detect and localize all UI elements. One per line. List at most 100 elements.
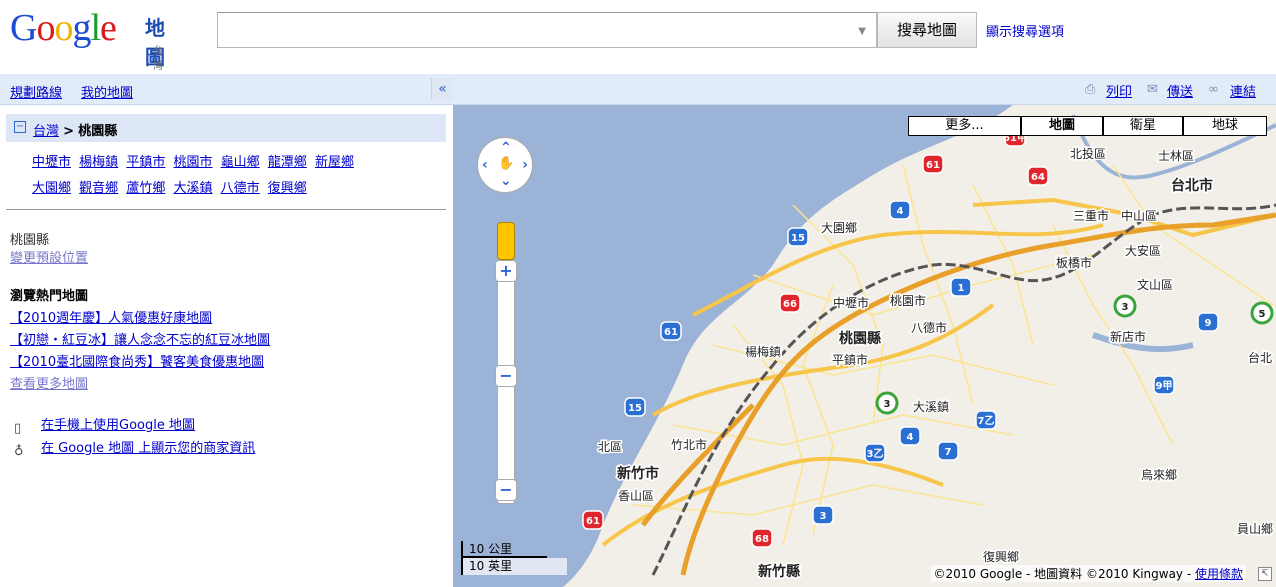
svg-text:3乙: 3乙 bbox=[867, 448, 884, 460]
place-link[interactable]: 中壢市 bbox=[32, 155, 71, 170]
tab-directions[interactable]: 規劃路線 bbox=[10, 82, 62, 101]
svg-text:7乙: 7乙 bbox=[978, 415, 995, 427]
link-icon[interactable]: ∞ bbox=[1208, 82, 1219, 97]
show-search-options-link[interactable]: 顯示搜尋選項 bbox=[986, 21, 1064, 40]
map-toolbar: ⎙ 列印 ✉ 傳送 ∞ 連結 bbox=[453, 74, 1276, 105]
place-link[interactable]: 復興鄉 bbox=[268, 181, 307, 196]
route-shield: 9甲 bbox=[1153, 375, 1175, 395]
more-maps-link[interactable]: 查看更多地圖 bbox=[10, 377, 88, 392]
tab-my-maps[interactable]: 我的地圖 bbox=[81, 82, 133, 101]
left-panel: 規劃路線 我的地圖 « − 台灣 > 桃園縣 中壢市 楊梅鎮 平鎮市 桃園市 龜… bbox=[0, 74, 453, 587]
scale-mile: 10 英里 bbox=[461, 558, 567, 575]
route-shield: 4 bbox=[899, 426, 921, 446]
svg-text:1: 1 bbox=[958, 283, 965, 294]
search-map-button[interactable]: 搜尋地圖 bbox=[877, 12, 977, 48]
svg-text:4: 4 bbox=[897, 206, 904, 217]
pegman-icon[interactable] bbox=[497, 222, 515, 260]
map-panel: ⎙ 列印 ✉ 傳送 ∞ 連結 北投區 士林區 台北市 三重市 中山區 大園鄉 大… bbox=[453, 74, 1276, 587]
map-label: 員山鄉 bbox=[1237, 522, 1273, 536]
copyright: ©2010 Google - 地圖資料 ©2010 Kingway - 使用條款 bbox=[930, 565, 1246, 582]
svg-text:9甲: 9甲 bbox=[1156, 380, 1173, 392]
route-shield: 1 bbox=[950, 277, 972, 297]
collapse-icon[interactable]: − bbox=[14, 121, 26, 133]
map-label: 文山區 bbox=[1137, 277, 1173, 292]
logo-region-label: 台灣 bbox=[153, 46, 163, 72]
route-shield: 7乙 bbox=[975, 410, 997, 430]
route-shield: 68 bbox=[751, 528, 773, 548]
map-label: 大安區 bbox=[1125, 243, 1161, 258]
map-type-map[interactable]: 地圖 bbox=[1021, 116, 1103, 136]
place-link[interactable]: 平鎮市 bbox=[126, 155, 165, 170]
svg-text:66: 66 bbox=[783, 299, 797, 310]
svg-text:3: 3 bbox=[884, 399, 891, 410]
terms-link[interactable]: 使用條款 bbox=[1195, 567, 1243, 581]
map-type-satellite[interactable]: 衛星 bbox=[1103, 116, 1183, 136]
popular-map-link[interactable]: 【2010週年慶】人氣優惠好康地圖 bbox=[10, 311, 212, 326]
map-label: 三重市 bbox=[1073, 208, 1109, 223]
hand-icon[interactable]: ✋ bbox=[498, 156, 514, 171]
business-listing-link[interactable]: 在 Google 地圖 上顯示您的商家資訊 bbox=[41, 441, 255, 456]
place-link[interactable]: 蘆竹鄉 bbox=[126, 181, 165, 196]
map-label: 士林區 bbox=[1158, 149, 1194, 163]
map-label: 平鎮市 bbox=[832, 352, 868, 367]
pin-icon: ♁ bbox=[14, 444, 24, 459]
copyright-text: ©2010 Google - 地圖資料 ©2010 Kingway - bbox=[933, 567, 1195, 581]
pan-up-icon[interactable]: ⌃ bbox=[500, 140, 512, 156]
zoom-out-button[interactable]: − bbox=[495, 479, 517, 501]
google-logo[interactable]: Google 地圖 台灣 bbox=[10, 8, 165, 72]
place-link[interactable]: 八德市 bbox=[221, 181, 260, 196]
chevron-down-icon[interactable]: ▼ bbox=[858, 26, 866, 37]
zoom-handle[interactable]: − bbox=[495, 365, 517, 387]
map-label: 香山區 bbox=[618, 489, 654, 503]
search-input[interactable]: ▼ bbox=[217, 12, 877, 48]
print-link[interactable]: 列印 bbox=[1106, 81, 1132, 100]
map-label: 桃園市 bbox=[890, 293, 926, 308]
breadcrumb-taiwan[interactable]: 台灣 bbox=[33, 124, 59, 139]
place-link[interactable]: 觀音鄉 bbox=[79, 181, 118, 196]
route-shield: 9 bbox=[1197, 312, 1219, 332]
map-type-earth[interactable]: 地球 bbox=[1183, 116, 1267, 136]
popular-map-link[interactable]: 【初戀・紅豆冰】讓人念念不忘的紅豆冰地圖 bbox=[10, 333, 270, 348]
place-link[interactable]: 龍潭鄉 bbox=[268, 155, 307, 170]
map-label: 台北市 bbox=[1171, 177, 1213, 194]
pan-down-icon[interactable]: ⌄ bbox=[500, 173, 512, 189]
place-link[interactable]: 楊梅鎮 bbox=[79, 155, 118, 170]
svg-text:61: 61 bbox=[926, 160, 940, 171]
popular-map-link[interactable]: 【2010臺北國際食尚秀】饕客美食優惠地圖 bbox=[10, 355, 264, 370]
map-label: 台北 bbox=[1248, 350, 1272, 365]
collapse-panel-button[interactable]: « bbox=[431, 78, 453, 100]
map-label: 中壢市 bbox=[833, 295, 869, 310]
route-shield: 66 bbox=[779, 293, 801, 313]
map-label: 中山區 bbox=[1121, 208, 1157, 223]
mail-icon[interactable]: ✉ bbox=[1147, 82, 1158, 97]
map-canvas[interactable]: 北投區 士林區 台北市 三重市 中山區 大園鄉 大安區 板橋市 文山區 中壢市 … bbox=[453, 105, 1276, 587]
pan-control[interactable]: ⌃ ‹ › ⌄ ✋ bbox=[477, 137, 533, 193]
place-link[interactable]: 桃園市 bbox=[173, 155, 212, 170]
breadcrumb-current: 桃園縣 bbox=[78, 124, 118, 139]
location-name: 桃園縣 bbox=[10, 233, 50, 248]
map-label: 北區 bbox=[598, 440, 622, 454]
place-link[interactable]: 新屋鄉 bbox=[315, 155, 354, 170]
route-shield: 61 bbox=[660, 321, 682, 341]
change-location-link[interactable]: 變更預設位置 bbox=[10, 251, 88, 266]
map-label: 新店市 bbox=[1110, 329, 1146, 344]
scale-km: 10 公里 bbox=[461, 541, 547, 558]
link-link[interactable]: 連結 bbox=[1230, 81, 1256, 100]
svg-text:9: 9 bbox=[1205, 318, 1212, 329]
mobile-maps-link[interactable]: 在手機上使用Google 地圖 bbox=[41, 418, 195, 433]
place-link[interactable]: 龜山鄉 bbox=[221, 155, 260, 170]
place-link[interactable]: 大園鄉 bbox=[32, 181, 71, 196]
pan-left-icon[interactable]: ‹ bbox=[482, 157, 488, 173]
zoom-in-button[interactable]: + bbox=[495, 260, 517, 282]
resize-corner-icon[interactable]: ↸ bbox=[1258, 567, 1272, 581]
place-link[interactable]: 大溪鎮 bbox=[173, 181, 212, 196]
map-label: 大溪鎮 bbox=[913, 399, 949, 414]
route-shield: 61 bbox=[922, 154, 944, 174]
popular-maps: 瀏覽熱門地圖 【2010週年慶】人氣優惠好康地圖 【初戀・紅豆冰】讓人念念不忘的… bbox=[10, 286, 270, 396]
svg-text:61: 61 bbox=[664, 327, 678, 338]
print-icon[interactable]: ⎙ bbox=[1085, 82, 1095, 97]
map-type-more[interactable]: 更多... bbox=[908, 116, 1021, 136]
send-link[interactable]: 傳送 bbox=[1167, 81, 1193, 100]
popular-maps-title: 瀏覽熱門地圖 bbox=[10, 289, 89, 304]
pan-right-icon[interactable]: › bbox=[522, 157, 528, 173]
